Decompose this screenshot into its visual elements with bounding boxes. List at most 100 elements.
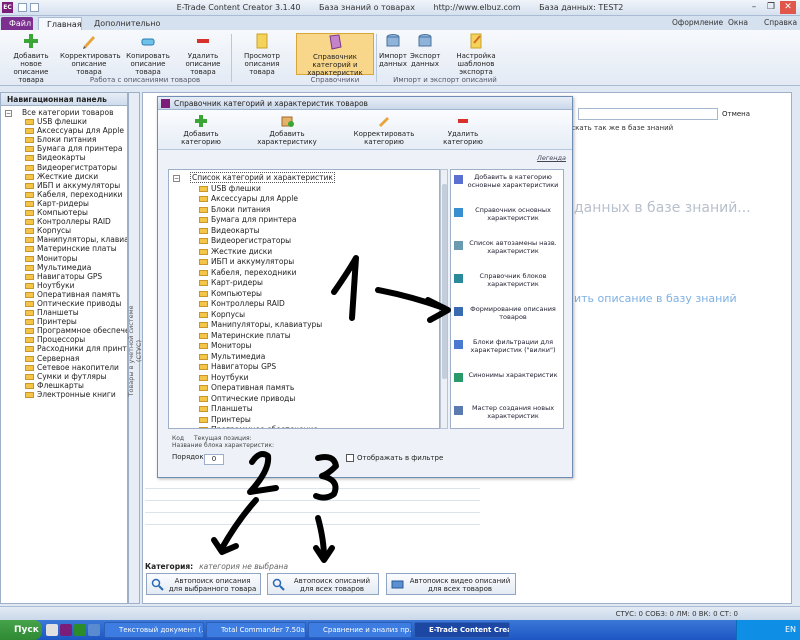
tree-category-item[interactable]: Материнские платы <box>169 331 439 342</box>
copy-description-button[interactable]: Копировать описание товара <box>120 33 176 76</box>
collapse-icon[interactable]: − <box>5 109 12 117</box>
autosearch-video-button[interactable]: Автопоиск видео описаний для всех товаро… <box>386 573 516 595</box>
scrollbar-thumb[interactable] <box>442 184 447 379</box>
tree-category-item[interactable]: Видеокарты <box>169 226 439 237</box>
tree-category-item[interactable]: Мониторы <box>169 341 439 352</box>
sidebar-category-item[interactable]: Контроллеры RAID <box>1 217 127 226</box>
tree-category-item[interactable]: Планшеты <box>169 404 439 415</box>
sidebar-category-item[interactable]: Блоки питания <box>1 135 127 144</box>
help-menu[interactable]: Справка <box>764 18 797 27</box>
quicklaunch-icon[interactable] <box>74 624 86 636</box>
tree-scrollbar[interactable] <box>440 169 448 429</box>
tree-root[interactable]: − Список категорий и характеристик <box>169 172 439 184</box>
delete-category-button[interactable]: Удалить категорию <box>428 114 498 146</box>
tree-category-item[interactable]: Навигаторы GPS <box>169 362 439 373</box>
tree-category-item[interactable]: Кабеля, переходники <box>169 268 439 279</box>
show-in-filter-checkbox[interactable]: Отображать в фильтре <box>346 454 443 462</box>
design-menu[interactable]: Оформление <box>672 18 723 27</box>
tab-additional[interactable]: Дополнительно <box>86 17 170 30</box>
delete-description-button[interactable]: Удалить описание товара <box>178 33 228 76</box>
sidebar-category-item[interactable]: Компьютеры <box>1 208 127 217</box>
tree-category-item[interactable]: Программное обеспечение <box>169 425 439 428</box>
sidebar-category-item[interactable]: Оптические приводы <box>1 299 127 308</box>
tree-category-item[interactable]: Жесткие диски <box>169 247 439 258</box>
sidebar-category-item[interactable]: Принтеры <box>1 317 127 326</box>
sidebar-category-item[interactable]: Карт-ридеры <box>1 199 127 208</box>
tree-category-item[interactable]: Бумага для принтера <box>169 215 439 226</box>
sidebar-category-item[interactable]: Планшеты <box>1 308 127 317</box>
product-grid[interactable] <box>145 488 480 536</box>
tree-category-item[interactable]: USB флешки <box>169 184 439 195</box>
sidebar-category-item[interactable]: Электронные книги <box>1 390 127 399</box>
sidebar-category-item[interactable]: Манипуляторы, клавиатуры <box>1 235 127 244</box>
characteristics-action-item[interactable]: Мастер создания новых характеристик <box>451 401 563 428</box>
search-cancel-button[interactable]: Отмена <box>722 110 750 118</box>
sidebar-category-item[interactable]: Материнские платы <box>1 244 127 253</box>
tree-category-item[interactable]: Видеорегистраторы <box>169 236 439 247</box>
sidebar-category-item[interactable]: Сумки и футляры <box>1 372 127 381</box>
sidebar-category-item[interactable]: Жесткие диски <box>1 172 127 181</box>
sidebar-category-item[interactable]: Расходники для принтеров <box>1 344 127 353</box>
tree-category-item[interactable]: Карт-ридеры <box>169 278 439 289</box>
sidebar-category-item[interactable]: Мониторы <box>1 254 127 263</box>
windows-menu[interactable]: Окна <box>728 18 748 27</box>
tree-category-item[interactable]: Оптические приводы <box>169 394 439 405</box>
tree-category-item[interactable]: Контроллеры RAID <box>169 299 439 310</box>
tree-category-item[interactable]: Блоки питания <box>169 205 439 216</box>
sidebar-category-item[interactable]: Флешкарты <box>1 381 127 390</box>
sidebar-category-item[interactable]: Кабеля, переходники <box>1 190 127 199</box>
taskbar-item-total-commander[interactable]: Total Commander 7.50a ... <box>206 622 306 638</box>
checkbox-box[interactable] <box>346 454 354 462</box>
categories-reference-button[interactable]: Справочник категорий и характеристик <box>296 33 374 77</box>
autosearch-selected-button[interactable]: Автопоиск описания для выбранного товара <box>146 573 261 595</box>
export-data-button[interactable]: Экспорт данных <box>410 33 440 75</box>
characteristics-action-item[interactable]: Блоки фильтрации для характеристик ("вил… <box>451 335 563 368</box>
quicklaunch-icon[interactable] <box>46 624 58 636</box>
sidebar-category-item[interactable]: Мультимедиа <box>1 263 127 272</box>
close-button[interactable]: ✕ <box>780 1 796 14</box>
sidebar-category-item[interactable]: Навигаторы GPS <box>1 272 127 281</box>
tree-category-item[interactable]: Корпусы <box>169 310 439 321</box>
tree-category-item[interactable]: Оперативная память <box>169 383 439 394</box>
add-to-knowledge-base-link[interactable]: ить описание в базу знаний <box>574 292 737 305</box>
quicklaunch-icon[interactable] <box>60 624 72 636</box>
characteristics-action-item[interactable]: Формирование описания товаров <box>451 302 563 335</box>
search-input[interactable] <box>578 108 718 120</box>
tree-category-item[interactable]: Аксессуары для Apple <box>169 194 439 205</box>
maximize-button[interactable]: ❐ <box>763 1 779 14</box>
characteristics-action-item[interactable]: Синонимы характеристик <box>451 368 563 401</box>
add-characteristic-button[interactable]: Добавить характеристику <box>242 114 332 146</box>
edit-description-button[interactable]: Корректировать описание товара <box>60 33 121 76</box>
taskbar-item-notepad[interactable]: Текстовый документ (... <box>104 622 204 638</box>
minimize-button[interactable]: – <box>746 1 762 14</box>
characteristics-action-item[interactable]: Справочник блоков характеристик <box>451 269 563 302</box>
tree-category-item[interactable]: Компьютеры <box>169 289 439 300</box>
sidebar-category-item[interactable]: Сетевое накопители <box>1 363 127 372</box>
sidebar-category-item[interactable]: Программное обеспечение <box>1 326 127 335</box>
collapse-icon[interactable]: − <box>173 174 180 182</box>
tree-category-item[interactable]: Принтеры <box>169 415 439 426</box>
sidebar-category-item[interactable]: Процессоры <box>1 335 127 344</box>
taskbar-item-etrade[interactable]: E-Trade Content Crea... <box>414 622 510 638</box>
sidebar-category-item[interactable]: Корпусы <box>1 226 127 235</box>
export-templates-button[interactable]: Настройка шаблонов экспорта <box>444 33 508 76</box>
taskbar-item-browser[interactable]: Сравнение и анализ пр... <box>308 622 412 638</box>
tree-category-item[interactable]: ИБП и аккумуляторы <box>169 257 439 268</box>
sidebar-category-item[interactable]: Аксессуары для Apple <box>1 126 127 135</box>
edit-category-button[interactable]: Корректировать категорию <box>334 114 434 146</box>
tree-category-item[interactable]: Ноутбуки <box>169 373 439 384</box>
sidebar-category-item[interactable]: Видеокарты <box>1 153 127 162</box>
order-input[interactable]: 0 <box>204 454 224 465</box>
view-description-button[interactable]: Просмотр описания товара <box>234 33 290 76</box>
sidebar-category-item[interactable]: USB флешки <box>1 117 127 126</box>
tab-main[interactable]: Главная <box>38 17 82 30</box>
tab-file[interactable]: Файл <box>1 17 33 30</box>
sidebar-category-item[interactable]: ИБП и аккумуляторы <box>1 181 127 190</box>
search-knowledge-base-checkbox[interactable]: Искать так же в базе знаний <box>566 124 673 132</box>
sidebar-category-item[interactable]: Видеорегистраторы <box>1 163 127 172</box>
tree-category-item[interactable]: Манипуляторы, клавиатуры <box>169 320 439 331</box>
tree-root[interactable]: − Все категории товаров <box>1 108 127 117</box>
characteristics-action-item[interactable]: Справочник основных характеристик <box>451 203 563 236</box>
language-indicator[interactable]: EN <box>785 625 796 634</box>
quicklaunch-icon[interactable] <box>88 624 100 636</box>
